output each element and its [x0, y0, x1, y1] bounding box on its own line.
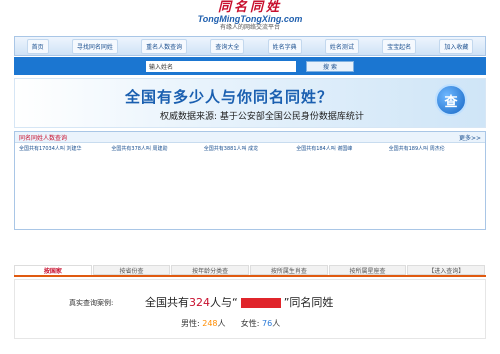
- tab-national[interactable]: 按国家: [14, 265, 92, 275]
- list-item[interactable]: [111, 208, 203, 217]
- list-item[interactable]: 全国共有184人叫 谢国峰: [296, 145, 388, 154]
- list-item[interactable]: 全国共有3881人叫 成龙: [204, 145, 296, 154]
- list-item[interactable]: [204, 187, 296, 196]
- list-item[interactable]: [19, 208, 111, 217]
- nav-baby-naming[interactable]: 宝宝起名: [382, 38, 417, 54]
- list-item[interactable]: [19, 177, 111, 186]
- nav-name-count-query[interactable]: 重名人数查询: [141, 38, 188, 54]
- tab-by-zodiac[interactable]: 按所属生肖查: [250, 265, 328, 275]
- result-label: 真实查询案例:: [69, 299, 114, 307]
- result-suffix: ”同名同姓: [283, 296, 334, 309]
- more-link[interactable]: 更多>>: [459, 133, 481, 142]
- female-unit: 人: [272, 319, 281, 328]
- main-nav: 首页 寻找同名同姓 重名人数查询 查询大全 姓名字典 姓名测试 宝宝起名 加入收…: [14, 36, 486, 56]
- list-item[interactable]: [204, 166, 296, 175]
- male-count: 248: [202, 319, 218, 328]
- list-item[interactable]: [111, 198, 203, 207]
- redacted-name: [240, 298, 281, 308]
- site-logo[interactable]: 同名同姓 TongMingTongXing.com 有缘人的网络交流平台: [0, 0, 500, 36]
- list-item[interactable]: 全国共有189人叫 周杰伦: [389, 145, 481, 154]
- list-item[interactable]: [389, 219, 481, 228]
- list-item[interactable]: [204, 208, 296, 217]
- name-grid: 全国共有17034人叫 刘建华 全国共有378人叫 周建勋 全国共有3881人叫…: [15, 143, 485, 229]
- list-item[interactable]: [204, 156, 296, 165]
- tab-by-province[interactable]: 按省份查: [92, 265, 171, 275]
- list-item[interactable]: [389, 166, 481, 175]
- list-item[interactable]: 全国共有378人叫 周建勋: [111, 145, 203, 154]
- list-item[interactable]: [296, 219, 388, 228]
- result-mid: 人与“: [210, 296, 238, 309]
- list-item[interactable]: [111, 177, 203, 186]
- list-item[interactable]: [296, 156, 388, 165]
- list-item[interactable]: [204, 177, 296, 186]
- list-item[interactable]: [389, 208, 481, 217]
- page: { "logo": {"zh": "同名同姓", "en": "TongMing…: [0, 0, 500, 354]
- nav-name-dictionary[interactable]: 姓名字典: [267, 38, 302, 54]
- banner-subtitle: 权威数据来源: 基于公安部全国公民身份数据库统计: [160, 112, 364, 122]
- list-item[interactable]: [204, 198, 296, 207]
- list-item[interactable]: [111, 166, 203, 175]
- list-item[interactable]: [296, 198, 388, 207]
- search-bar: 搜 索: [14, 57, 486, 75]
- logo-chinese: 同名同姓: [217, 0, 282, 15]
- banner-title: 全国有多少人与你同名同姓？: [125, 88, 334, 106]
- list-item[interactable]: [296, 208, 388, 217]
- nav-find-same-name[interactable]: 寻找同名同姓: [71, 38, 118, 54]
- list-item[interactable]: 全国共有17034人叫 刘建华: [19, 145, 111, 154]
- list-item[interactable]: [389, 177, 481, 186]
- list-item[interactable]: [296, 187, 388, 196]
- list-item[interactable]: [19, 156, 111, 165]
- nav-bookmark[interactable]: 加入收藏: [439, 38, 474, 54]
- list-item[interactable]: [296, 177, 388, 186]
- male-unit: 人: [217, 319, 226, 328]
- list-title: 同名同姓人数查询: [19, 134, 68, 142]
- list-item[interactable]: [19, 198, 111, 207]
- same-name-list: 同名同姓人数查询 更多>> 全国共有17034人叫 刘建华 全国共有378人叫 …: [14, 131, 486, 230]
- list-item[interactable]: [19, 187, 111, 196]
- tab-by-constellation[interactable]: 按所属星座查: [328, 265, 407, 275]
- list-item[interactable]: [19, 166, 111, 175]
- female-count: 76: [262, 319, 273, 328]
- list-item[interactable]: [111, 187, 203, 196]
- list-item[interactable]: [296, 166, 388, 175]
- query-badge-icon[interactable]: 查: [435, 84, 467, 116]
- logo-domain: TongMingTongXing.com: [197, 14, 303, 24]
- tab-by-age[interactable]: 按年龄分类查: [171, 265, 250, 275]
- result-headline: 全国共有324人与“ ”同名同姓: [145, 294, 333, 310]
- nav-query-list[interactable]: 查询大全: [210, 38, 245, 54]
- hero-banner: 全国有多少人与你同名同姓？ 权威数据来源: 基于公安部全国公民身份数据库统计 查: [14, 78, 486, 128]
- male-label: 男性:: [181, 319, 200, 328]
- list-header: 同名同姓人数查询 更多>>: [15, 132, 485, 143]
- query-tabs: 按国家 按省份查 按年龄分类查 按所属生肖查 按所属星座查 【进入查询】: [14, 265, 486, 277]
- list-item[interactable]: [389, 198, 481, 207]
- list-item[interactable]: [111, 219, 203, 228]
- tab-enter-query[interactable]: 【进入查询】: [407, 265, 486, 275]
- logo-tagline: 有缘人的网络交流平台: [219, 24, 280, 31]
- result-prefix: 全国共有: [145, 296, 189, 309]
- list-item[interactable]: [111, 156, 203, 165]
- result-panel: 真实查询案例: 全国共有324人与“ ”同名同姓 男性: 248人 女性: 76人: [14, 279, 486, 339]
- list-item[interactable]: [389, 156, 481, 165]
- list-item[interactable]: [389, 187, 481, 196]
- female-label: 女性:: [240, 319, 260, 328]
- name-search-input[interactable]: [146, 60, 296, 72]
- nav-name-test[interactable]: 姓名测试: [324, 38, 359, 54]
- gender-stats: 男性: 248人 女性: 76人: [181, 318, 280, 329]
- list-item[interactable]: [204, 219, 296, 228]
- nav-home[interactable]: 首页: [26, 38, 49, 54]
- result-count: 324: [189, 296, 210, 309]
- list-item[interactable]: [19, 219, 111, 228]
- search-button[interactable]: 搜 索: [306, 60, 354, 72]
